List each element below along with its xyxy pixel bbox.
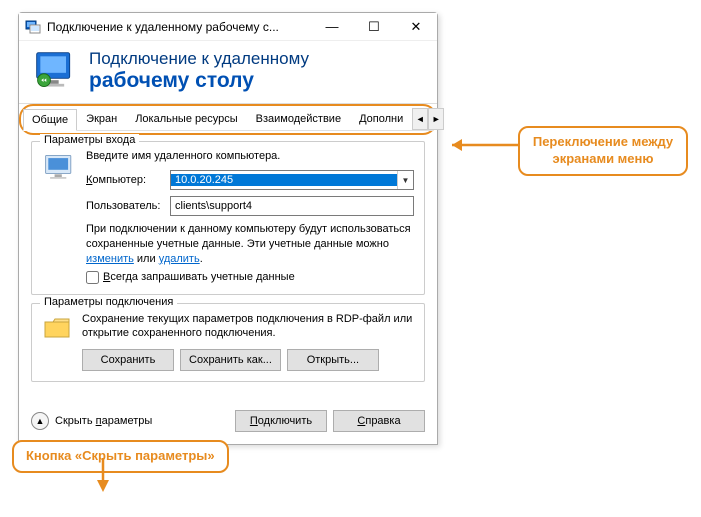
tab-general[interactable]: Общие	[23, 109, 77, 131]
computer-combo[interactable]: ▼	[170, 170, 414, 190]
computer-dropdown-arrow[interactable]: ▼	[397, 171, 413, 189]
rdp-window: Подключение к удаленному рабочему с... —…	[18, 12, 438, 445]
computer-label: Компьютер:	[86, 174, 164, 186]
always-ask-label[interactable]: Всегда запрашивать учетные данные	[103, 271, 295, 283]
close-button[interactable]: ✕	[395, 13, 437, 41]
tab-display[interactable]: Экран	[77, 108, 126, 130]
header-line2: рабочему столу	[89, 69, 309, 93]
user-label: Пользователь:	[86, 200, 164, 212]
always-ask-checkbox[interactable]	[86, 271, 99, 284]
tab-experience[interactable]: Взаимодействие	[247, 108, 350, 130]
open-button[interactable]: Открыть...	[287, 349, 379, 371]
computer-input[interactable]	[171, 174, 397, 186]
callout-tabs: Переключение между экранами меню	[518, 126, 688, 176]
titlebar-text: Подключение к удаленному рабочему с...	[47, 20, 311, 34]
hide-params-link[interactable]: Скрыть параметры	[55, 415, 152, 427]
arrow-to-tabs	[440, 133, 520, 157]
saved-credentials-note: При подключении к данному компьютеру буд…	[86, 222, 414, 267]
header: Подключение к удаленному рабочему столу	[19, 41, 437, 104]
monitor-icon	[42, 150, 78, 186]
folder-icon	[42, 312, 74, 344]
tab-local-resources[interactable]: Локальные ресурсы	[126, 108, 246, 130]
titlebar[interactable]: Подключение к удаленному рабочему с... —…	[19, 13, 437, 41]
connection-text: Сохранение текущих параметров подключени…	[82, 312, 414, 342]
connection-group-title: Параметры подключения	[40, 296, 177, 308]
delete-credentials-link[interactable]: удалить	[159, 253, 200, 265]
tabs-highlight-annotation: Общие Экран Локальные ресурсы Взаимодейс…	[19, 104, 437, 135]
edit-credentials-link[interactable]: изменить	[86, 253, 134, 265]
login-group-title: Параметры входа	[40, 134, 139, 146]
tab-advanced[interactable]: Дополни	[350, 108, 412, 130]
collapse-icon[interactable]: ▲	[31, 412, 49, 430]
connect-button[interactable]: Подключить	[235, 410, 327, 432]
rdp-app-icon	[25, 19, 41, 35]
callout-hide-params: Кнопка «Скрыть параметры»	[12, 440, 229, 473]
minimize-button[interactable]: —	[311, 13, 353, 41]
tab-scroll-right[interactable]: ►	[428, 108, 444, 130]
tab-row: Общие Экран Локальные ресурсы Взаимодейс…	[23, 108, 433, 131]
help-button[interactable]: Справка	[333, 410, 425, 432]
login-groupbox: Параметры входа Введите имя удаленного к…	[31, 141, 425, 295]
maximize-button[interactable]: ☐	[353, 13, 395, 41]
header-line1: Подключение к удаленному	[89, 49, 309, 69]
tab-scroll-left[interactable]: ◄	[412, 108, 428, 130]
connection-groupbox: Параметры подключения Сохранение текущих…	[31, 303, 425, 383]
save-button[interactable]: Сохранить	[82, 349, 174, 371]
login-intro: Введите имя удаленного компьютера.	[86, 150, 414, 162]
save-as-button[interactable]: Сохранить как...	[180, 349, 281, 371]
rdp-large-icon	[33, 49, 77, 93]
footer: ▲ Скрыть параметры Подключить Справка	[19, 400, 437, 444]
user-input[interactable]	[170, 196, 414, 216]
